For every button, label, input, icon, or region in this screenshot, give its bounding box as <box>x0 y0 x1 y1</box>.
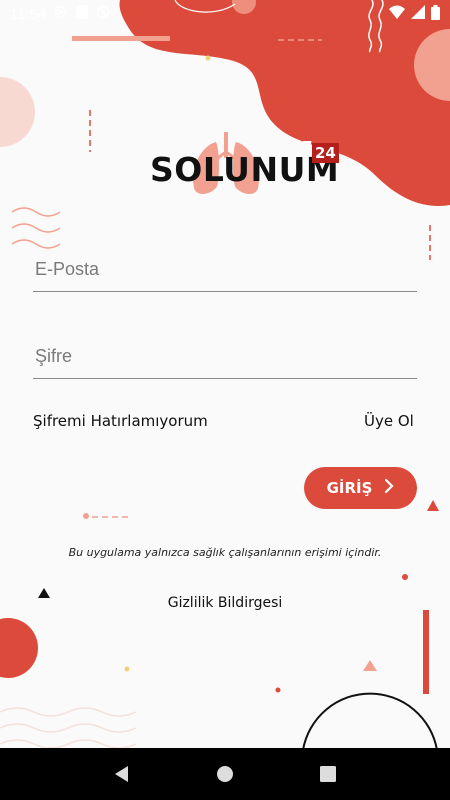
navigation-bar <box>0 748 450 800</box>
login-button-label: GİRİŞ <box>326 479 373 497</box>
disclaimer-text: Bu uygulama yalnızca sağlık çalışanların… <box>68 546 382 559</box>
privacy-policy-link[interactable]: Gizlilik Bildirgesi <box>0 595 450 611</box>
recents-nav-button[interactable] <box>308 754 348 794</box>
status-time: 11:54 <box>10 5 47 23</box>
login-button[interactable]: GİRİŞ <box>304 467 417 509</box>
back-nav-button[interactable] <box>102 754 142 794</box>
wifi-icon <box>389 5 405 23</box>
email-field[interactable] <box>33 248 417 292</box>
back-icon <box>114 766 128 782</box>
recents-icon <box>320 766 337 782</box>
forgot-password-link[interactable]: Şifremi Hatırlamıyorum <box>33 412 208 430</box>
home-nav-button[interactable] <box>205 754 245 794</box>
battery-icon <box>431 4 440 24</box>
home-icon <box>216 766 233 782</box>
password-field[interactable] <box>33 335 417 379</box>
app-logo: SOLUNUM 7 24 <box>150 130 340 195</box>
register-link[interactable]: Üye Ol <box>364 412 414 430</box>
logo-badge: 24 <box>312 143 339 163</box>
settings-icon <box>54 5 68 23</box>
status-bar: 11:54 <box>0 0 450 28</box>
background-decoration <box>0 0 450 751</box>
logo-badge-prefix: 7 <box>302 138 313 156</box>
chevron-right-icon <box>384 478 394 498</box>
sd-card-icon <box>76 5 89 23</box>
no-sync-icon <box>96 5 110 23</box>
signal-icon <box>411 5 425 23</box>
